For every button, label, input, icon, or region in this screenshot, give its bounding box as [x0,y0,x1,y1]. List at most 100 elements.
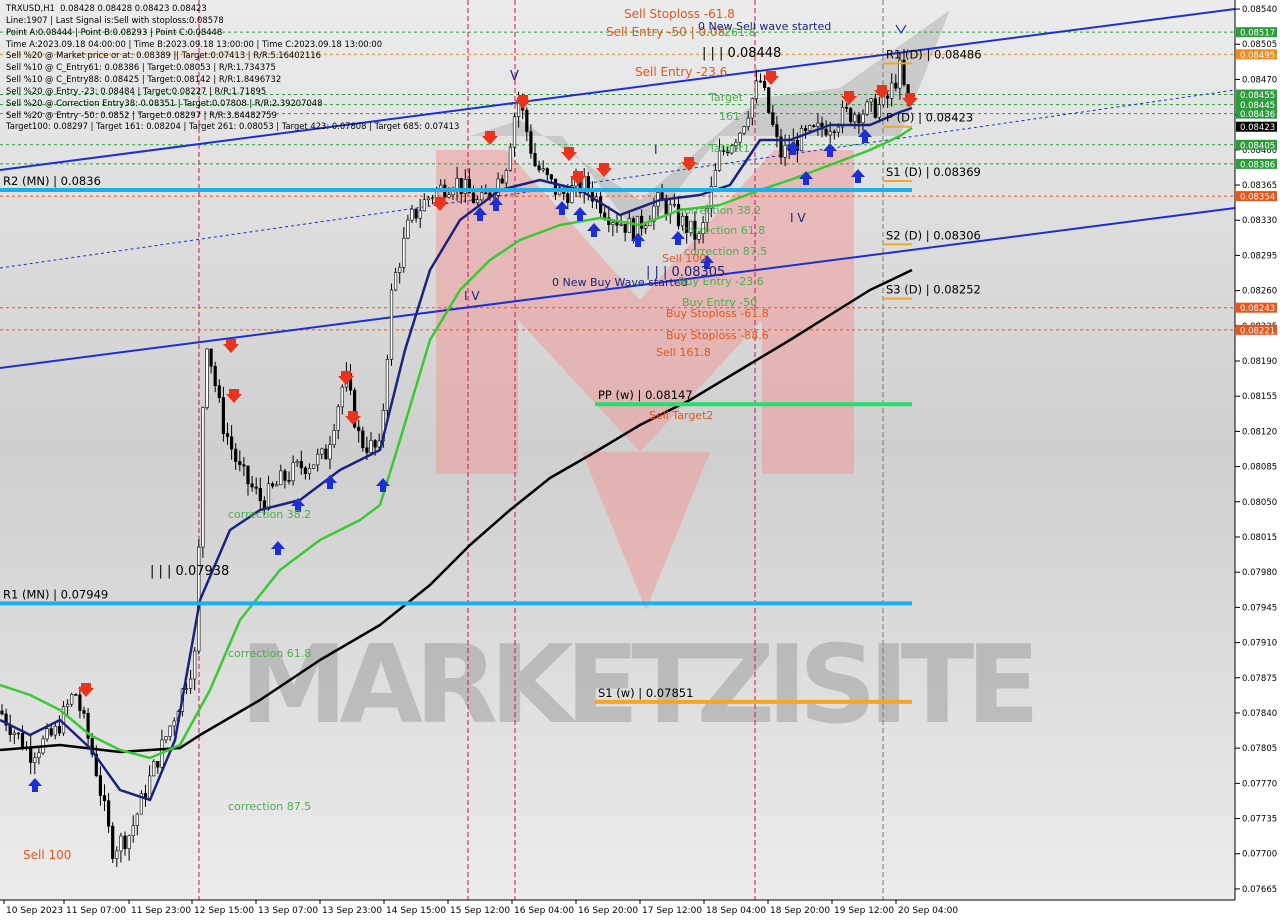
candle-body [135,813,139,827]
time-tick-label: 13 Sep 07:00 [258,906,318,916]
time-tick-label: 19 Sep 12:00 [834,906,894,916]
candle-body [127,835,131,850]
candle-body [205,348,209,408]
candle-body [29,746,33,763]
candle-body [644,225,648,229]
price-tick-label: 0.08540 [1242,5,1277,15]
info-line: Time A:2023.09.18 04:00:00 | Time B:2023… [6,38,383,49]
pivot-label: R2 (MN) | 0.0836 [3,174,101,188]
info-line: Point A:0.08444 | Point B:0.08293 | Poin… [6,26,223,37]
price-tick-label: 0.07910 [1242,639,1277,649]
candle-body [828,131,832,136]
candle-body [418,210,422,219]
info-line: Sell %20 @ Entry -23: 0.08484 | Target:0… [6,85,267,96]
chart-annotation: Sell 100 [23,848,71,862]
candle-body [164,736,168,741]
candle-body [275,484,279,487]
candle-body [500,178,504,184]
candle-body [885,95,890,99]
price-tick-label: 0.08155 [1242,392,1277,402]
candle-body [894,82,898,89]
time-tick-label: 10 Sep 2023 [6,906,63,916]
price-tick-label: 0.08015 [1242,533,1277,543]
candle-body [242,464,246,467]
price-tick-label: 0.08120 [1242,427,1277,437]
candle-body [361,430,365,449]
candle-body [357,426,361,432]
candle-body [82,710,86,714]
price-tick-label: 0.07700 [1242,850,1277,860]
candle-body [430,197,435,200]
candle-body [849,108,853,123]
price-badge-label: 0.08243 [1240,304,1275,314]
candle-body [537,165,541,171]
candle-body [525,109,529,133]
candle-body [533,153,537,167]
candle-body [627,218,631,233]
candle-body [74,694,78,696]
candle-body [623,223,627,233]
candle-body [762,80,767,89]
candle-body [33,757,37,763]
pivot-label: R1 (MN) | 0.07949 [3,587,108,601]
info-line: TRXUSD,H1 0.08428 0.08428 0.08423 0.0842… [6,3,207,13]
price-tick-label: 0.08260 [1242,287,1277,297]
info-panel: TRXUSD,H1 0.08428 0.08428 0.08423 0.0842… [6,3,459,133]
candle-body [57,726,61,734]
price-tick-label: 0.07665 [1242,885,1277,895]
candle-body [861,113,865,124]
price-tick-label: 0.07945 [1242,603,1277,613]
candle-body [303,467,308,474]
candle-body [754,80,758,99]
pivot-label: P (D) | 0.08423 [886,111,973,125]
candle-body [504,169,508,184]
candle-body [172,720,176,727]
info-line: Line:1907 | Last Signal is:Sell with sto… [6,14,224,25]
candle-body [115,850,119,859]
time-tick-label: 15 Sep 12:00 [450,906,510,916]
price-tick-label: 0.08470 [1242,75,1277,85]
candle-body [738,132,742,143]
candle-body [603,212,607,219]
candle-body [890,82,894,99]
time-tick-label: 14 Sep 15:00 [386,906,446,916]
candle-body [816,122,820,127]
candle-body [853,114,857,123]
chart-annotation: Buy Stoploss -88.6 [666,329,769,342]
candle-body [877,104,881,118]
price-tick-label: 0.07980 [1242,568,1277,578]
price-badge-label: 0.08423 [1240,123,1275,133]
pivot-label: R1 (D) | 0.08486 [886,47,982,61]
chart-annotation: correction 87.5 [228,800,311,813]
chart-annotation: Sell 100 [662,252,706,265]
candle-body [660,192,664,199]
candle-body [307,467,312,474]
chart-annotation: | | | 0.07938 [150,564,229,579]
candle-body [611,222,615,226]
candle-body [484,192,488,195]
candle-body [332,430,336,445]
candle-body [664,198,668,215]
chart-annotation: 0 New Buy Wave started [552,276,688,289]
candle-body [283,470,287,481]
candle-body [184,688,189,690]
price-tick-label: 0.08190 [1242,357,1277,367]
price-chart[interactable]: MARKETZISITE R2 (MN) | 0.0836R1 (MN) | 0… [0,0,1280,920]
candle-body [102,795,107,801]
chart-annotation: Target [708,91,744,104]
chart-annotation: correction 61.8 [228,647,311,660]
candle-body [320,448,324,455]
candle-body [131,825,135,836]
candle-body [156,761,160,768]
price-tick-label: 0.07770 [1242,779,1277,789]
candle-body [49,728,53,736]
candle-body [541,168,545,171]
candle-body [553,178,558,195]
candle-body [311,464,316,469]
price-tick-label: 0.08330 [1242,216,1277,226]
chart-annotation: Sell Entry -23.6 [635,65,727,79]
chart-annotation: Buy Entry -23.6 [678,275,764,288]
candle-body [836,126,840,133]
candle-body [746,117,750,127]
candle-body [824,128,828,136]
